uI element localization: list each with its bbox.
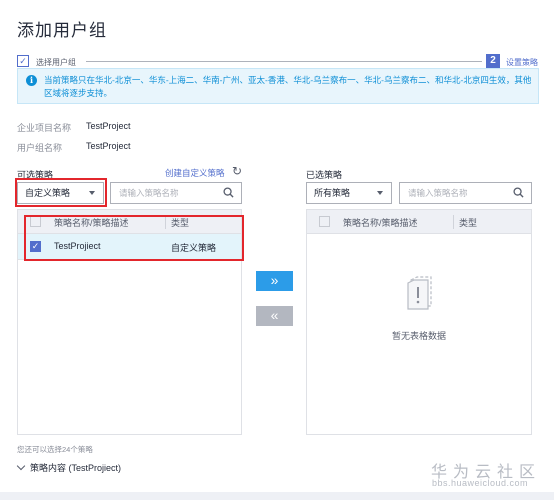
search-icon[interactable] [513,187,524,198]
row-policy-name: TestProjiect [54,241,101,251]
available-search-input[interactable] [111,183,211,203]
table-row[interactable]: ✓ TestProjiect 自定义策略 [18,234,241,260]
info-icon: i [26,75,37,86]
step1-done-icon: ✓ [17,55,29,67]
caret-down-icon [89,191,95,195]
selected-search-input[interactable] [400,183,500,203]
table-header: 策略名称/策略描述 类型 [307,210,531,234]
available-search[interactable] [110,182,242,204]
column-divider [453,215,454,229]
col-header-type: 类型 [459,218,478,228]
col-header-type: 类型 [171,218,190,228]
column-divider [165,215,166,229]
col-header-name: 策略名称/策略描述 [343,218,418,228]
step-progress-line [86,61,482,62]
selected-search[interactable] [399,182,532,204]
policy-content-toggle[interactable]: 策略内容 (TestProjiect) [16,461,122,474]
group-value: TestProject [86,141,131,151]
select-all-checkbox[interactable] [30,216,41,227]
available-policies-table: 策略名称/策略描述 类型 ✓ TestProjiect 自定义策略 [17,209,242,435]
available-policies-title: 可选策略 [17,170,54,180]
selected-filter-value: 所有策略 [314,188,351,198]
refresh-icon[interactable]: ↻ [232,164,242,178]
selected-policies-title: 已选策略 [306,170,343,180]
remaining-selection-hint: 您还可以选择24个策略 [17,445,93,454]
policy-content-label: 策略内容 (TestProjiect) [30,463,122,473]
step1-label: 选择用户组 [36,58,76,67]
step2-label: 设置策略 [506,58,538,67]
remove-from-selected-button[interactable]: « [256,306,293,326]
row-policy-type: 自定义策略 [171,243,217,253]
available-policy-type-select[interactable]: 自定义策略 [17,182,104,204]
project-label: 企业项目名称 [17,123,72,133]
notice-text: 当前策略只在华北-北京一、华东-上海二、华南-广州、亚太-香港、华北-乌兰察布一… [44,75,532,98]
add-to-selected-button[interactable]: » [256,271,293,291]
col-header-name: 策略名称/策略描述 [54,218,129,228]
table-header: 策略名称/策略描述 类型 [18,210,241,234]
create-custom-policy-link[interactable]: 创建自定义策略 [165,167,225,179]
search-icon[interactable] [223,187,234,198]
chevron-down-icon [16,461,26,471]
select-all-checkbox[interactable] [319,216,330,227]
selected-policy-type-select[interactable]: 所有策略 [306,182,392,204]
watermark-url: bbs.huaweicloud.com [432,478,529,488]
row-checkbox[interactable]: ✓ [30,241,41,252]
empty-table-text: 暂无表格数据 [391,331,446,341]
step2-number: 2 [486,54,500,68]
region-notice: i 当前策略只在华北-北京一、华东-上海二、华南-广州、亚太-香港、华北-乌兰察… [17,68,539,104]
project-value: TestProject [86,121,131,131]
empty-data-icon [407,276,432,310]
dialog-footer-bar [0,492,554,500]
dialog-title: 添加用户组 [17,21,107,40]
available-filter-value: 自定义策略 [25,188,71,198]
caret-down-icon [377,191,383,195]
group-label: 用户组名称 [17,143,63,153]
selected-policies-table: 策略名称/策略描述 类型 暂无表格数据 [306,209,532,435]
